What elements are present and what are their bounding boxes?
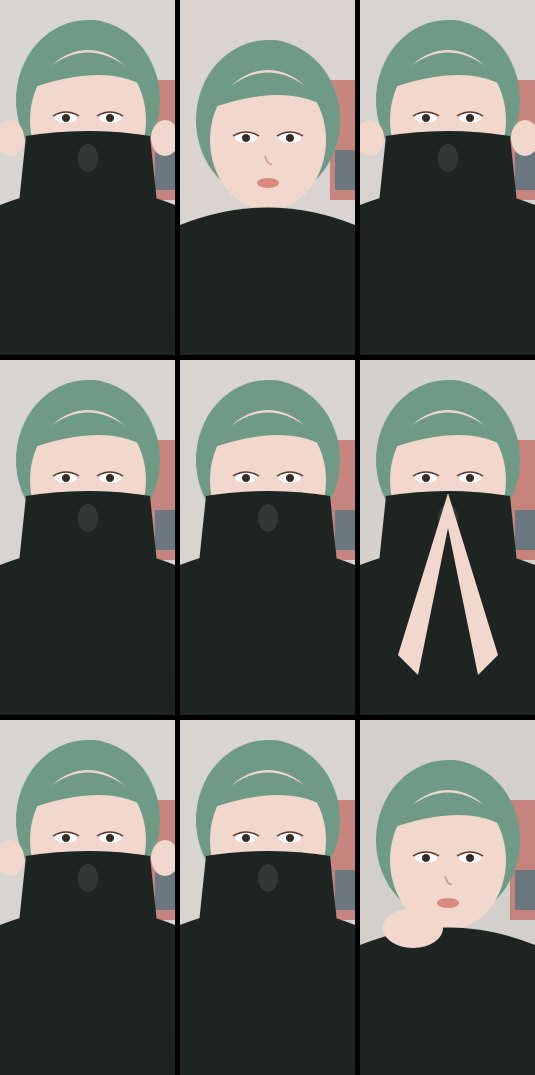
photo-tile [360,0,535,355]
photo-tile [360,720,535,1075]
photo-tile [180,0,355,355]
photo-illustration [0,360,175,715]
photo-tile [0,720,175,1075]
photo-collage-grid [0,0,535,1075]
photo-tile [0,0,175,355]
photo-illustration [360,360,535,715]
photo-illustration [360,0,535,355]
photo-tile [180,720,355,1075]
photo-illustration [180,360,355,715]
photo-tile [360,360,535,715]
photo-illustration [180,0,355,355]
photo-illustration [180,720,355,1075]
photo-tile [180,360,355,715]
photo-illustration [360,720,535,1075]
photo-tile [0,360,175,715]
photo-illustration [0,720,175,1075]
photo-illustration [0,0,175,355]
